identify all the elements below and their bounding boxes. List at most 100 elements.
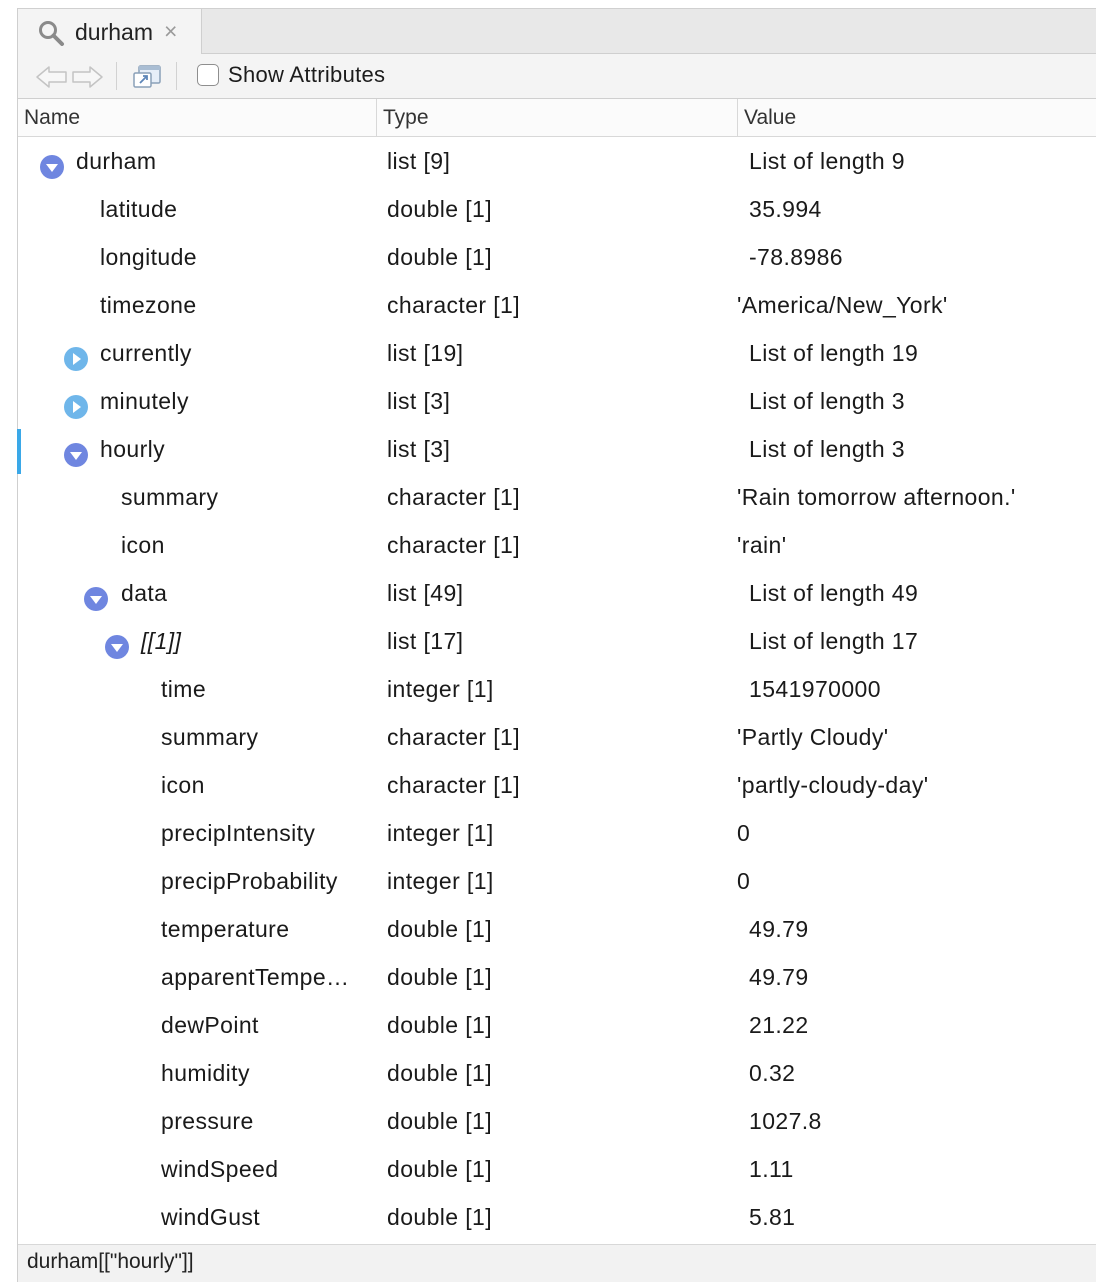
row-value: 35.994: [749, 196, 822, 222]
tree-row[interactable]: summary character [1] 'Rain tomorrow aft…: [18, 473, 1096, 521]
row-type: character [1]: [387, 724, 521, 750]
row-name: longitude: [100, 244, 197, 270]
tree-row[interactable]: pressure double [1] 1027.8: [18, 1097, 1096, 1145]
row-type: character [1]: [387, 772, 521, 798]
row-type: integer [1]: [387, 820, 494, 846]
row-name: durham: [76, 148, 157, 174]
row-value: 0: [737, 820, 751, 846]
row-type: double [1]: [387, 196, 493, 222]
row-name: currently: [100, 340, 192, 366]
expand-toggle-icon[interactable]: [63, 388, 89, 419]
row-value: List of length 3: [749, 436, 906, 462]
column-header-type[interactable]: Type: [376, 99, 737, 136]
tree-row[interactable]: time integer [1] 1541970000: [18, 665, 1096, 713]
row-name: data: [121, 580, 168, 606]
tab-durham[interactable]: durham ×: [18, 9, 202, 55]
row-value: 'partly-cloudy-day': [737, 772, 929, 798]
row-name: apparentTempe…: [161, 964, 350, 990]
search-icon: [38, 20, 66, 51]
tree-row[interactable]: windSpeed double [1] 1.11: [18, 1145, 1096, 1193]
row-type: double [1]: [387, 964, 493, 990]
tree-row[interactable]: [[1]] list [17] List of length 17: [18, 617, 1096, 665]
tree-row[interactable]: icon character [1] 'partly-cloudy-day': [18, 761, 1096, 809]
column-header: Name Type Value: [18, 99, 1096, 137]
tree-row[interactable]: windGust double [1] 5.81: [18, 1193, 1096, 1241]
popout-window-icon[interactable]: [131, 63, 163, 96]
forward-arrow-icon[interactable]: [70, 64, 104, 95]
row-type: list [49]: [387, 580, 464, 606]
row-type: integer [1]: [387, 676, 494, 702]
column-header-value[interactable]: Value: [737, 99, 1096, 136]
row-type: character [1]: [387, 484, 521, 510]
row-name: timezone: [100, 292, 197, 318]
row-name: precipIntensity: [161, 820, 316, 846]
tree-row[interactable]: dewPoint double [1] 21.22: [18, 1001, 1096, 1049]
row-name: precipProbability: [161, 868, 338, 894]
row-type: double [1]: [387, 1156, 493, 1182]
row-type: double [1]: [387, 1108, 493, 1134]
tree-row[interactable]: durham list [9] List of length 9: [18, 137, 1096, 185]
tree-row[interactable]: summary character [1] 'Partly Cloudy': [18, 713, 1096, 761]
row-name: icon: [161, 772, 205, 798]
tree-row[interactable]: data list [49] List of length 49: [18, 569, 1096, 617]
row-value: List of length 3: [749, 388, 906, 414]
row-value: List of length 9: [749, 148, 906, 174]
row-name: hourly: [100, 436, 166, 462]
collapse-toggle-icon[interactable]: [63, 436, 89, 467]
row-type: list [19]: [387, 340, 464, 366]
status-bar: durham[["hourly"]]: [18, 1244, 1096, 1282]
row-value: 'rain': [737, 532, 787, 558]
row-type: list [9]: [387, 148, 451, 174]
row-name: icon: [121, 532, 165, 558]
row-value: 0.32: [749, 1060, 796, 1086]
row-type: double [1]: [387, 916, 493, 942]
row-type: double [1]: [387, 1204, 493, 1230]
tree-row[interactable]: timezone character [1] 'America/New_York…: [18, 281, 1096, 329]
tree-row[interactable]: minutely list [3] List of length 3: [18, 377, 1096, 425]
row-name: humidity: [161, 1060, 250, 1086]
row-value: 1027.8: [749, 1108, 822, 1134]
row-value: 5.81: [749, 1204, 796, 1230]
row-name: [[1]]: [141, 628, 182, 654]
data-viewer: durham × Show Attributes Name Type Value…: [17, 8, 1096, 1282]
row-type: character [1]: [387, 532, 521, 558]
back-arrow-icon[interactable]: [35, 64, 69, 95]
row-name: minutely: [100, 388, 189, 414]
row-name: windSpeed: [161, 1156, 279, 1182]
object-tree: durham list [9] List of length 9 latitud…: [17, 137, 1096, 1241]
row-name: windGust: [161, 1204, 261, 1230]
row-name: dewPoint: [161, 1012, 259, 1038]
tree-row[interactable]: icon character [1] 'rain': [18, 521, 1096, 569]
tree-row[interactable]: temperature double [1] 49.79: [18, 905, 1096, 953]
close-icon[interactable]: ×: [164, 19, 177, 43]
row-name: summary: [121, 484, 219, 510]
show-attributes-label[interactable]: Show Attributes: [228, 62, 385, 88]
collapse-toggle-icon[interactable]: [83, 580, 109, 611]
tree-row[interactable]: precipIntensity integer [1] 0: [18, 809, 1096, 857]
tree-row[interactable]: humidity double [1] 0.32: [18, 1049, 1096, 1097]
expand-toggle-icon[interactable]: [63, 340, 89, 371]
column-header-name[interactable]: Name: [18, 99, 376, 136]
tree-row[interactable]: currently list [19] List of length 19: [18, 329, 1096, 377]
collapse-toggle-icon[interactable]: [104, 628, 130, 659]
row-name: temperature: [161, 916, 290, 942]
show-attributes-checkbox[interactable]: [197, 64, 219, 86]
left-gutter: [0, 0, 17, 1282]
row-value: 21.22: [749, 1012, 809, 1038]
row-type: list [3]: [387, 436, 451, 462]
tree-row[interactable]: longitude double [1] -78.8986: [18, 233, 1096, 281]
row-type: double [1]: [387, 244, 493, 270]
row-value: 'Partly Cloudy': [737, 724, 889, 750]
row-value: 49.79: [749, 964, 809, 990]
row-value: 0: [737, 868, 751, 894]
row-name: latitude: [100, 196, 178, 222]
tree-row[interactable]: precipProbability integer [1] 0: [18, 857, 1096, 905]
toolbar: Show Attributes: [18, 54, 1096, 99]
tree-row[interactable]: apparentTempe… double [1] 49.79: [18, 953, 1096, 1001]
toolbar-separator: [116, 62, 117, 90]
tab-bar: durham ×: [18, 8, 1096, 55]
tree-row-selected[interactable]: hourly list [3] List of length 3: [17, 425, 1096, 474]
tree-row[interactable]: latitude double [1] 35.994: [18, 185, 1096, 233]
collapse-toggle-icon[interactable]: [39, 148, 65, 179]
selected-path: durham[["hourly"]]: [27, 1250, 194, 1273]
